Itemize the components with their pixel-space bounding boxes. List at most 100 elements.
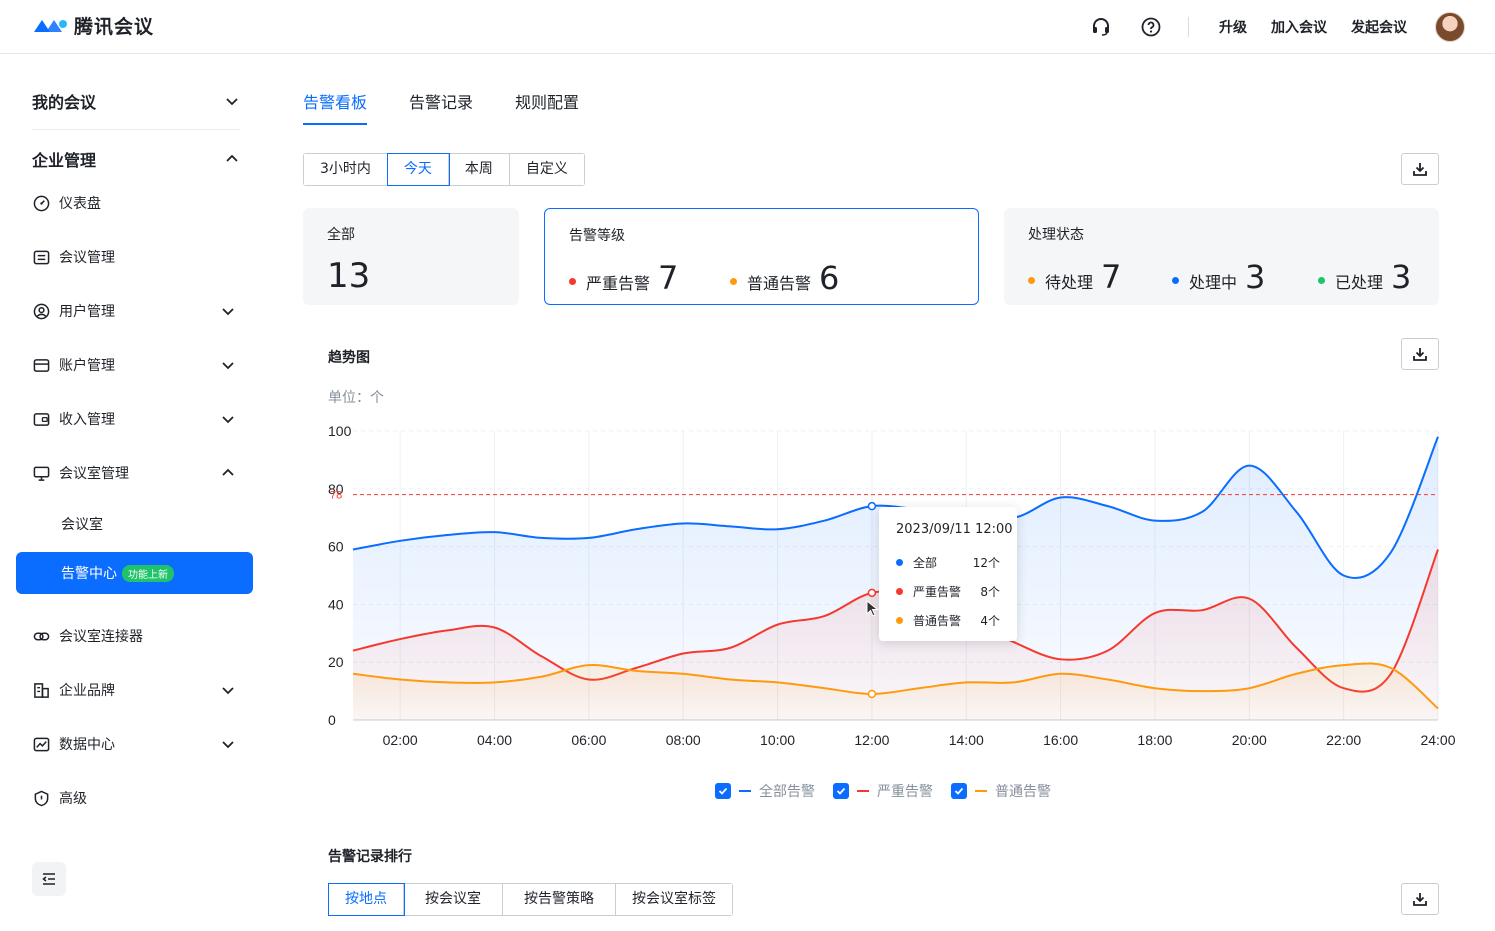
sidebar-item-income-mgmt[interactable]: 收入管理	[32, 404, 240, 434]
sidebar-item-user-mgmt[interactable]: 用户管理	[32, 296, 240, 326]
sidebar-item-room-mgmt[interactable]: 会议室管理	[32, 458, 240, 488]
sidebar-item-data-center[interactable]: 数据中心	[32, 729, 240, 759]
card-alert-level[interactable]: 告警等级 严重告警 7 普通告警 6	[544, 208, 979, 305]
y-tick-label: 20	[328, 654, 344, 670]
hover-point	[867, 588, 877, 598]
sidebar-item-label: 企业品牌	[59, 683, 115, 699]
monitor-icon	[32, 464, 50, 482]
download-icon	[1413, 348, 1427, 361]
tooltip-row-normal: 普通告警 4个	[896, 612, 1000, 629]
trend-title: 趋势图	[328, 350, 370, 366]
pending-dot	[1028, 277, 1035, 284]
y-tick-label: 40	[328, 596, 344, 612]
chart-tooltip: 2023/09/11 12:00 全部 12个 严重告警 8个 普通告警 4个	[879, 507, 1017, 641]
sidebar-group-label: 企业管理	[32, 151, 97, 170]
tab-bar: 告警看板 告警记录 规则配置	[303, 89, 579, 125]
legend-line	[857, 790, 869, 792]
sidebar-subitem-room[interactable]: 会议室	[61, 514, 103, 534]
threshold-label: 78	[330, 490, 342, 502]
help-icon[interactable]	[1140, 16, 1162, 38]
main-area: 告警看板 告警记录 规则配置 3小时内 今天 本周 自定义 全部 13 告警等级…	[270, 55, 1495, 931]
app-logo[interactable]: 腾讯会议	[32, 12, 154, 39]
sidebar-item-label: 仪表盘	[59, 196, 101, 212]
checkbox-checked-icon	[715, 783, 731, 799]
sidebar-item-account-mgmt[interactable]: 账户管理	[32, 350, 240, 380]
legend-toggle-all[interactable]: 全部告警	[715, 781, 815, 801]
alert-dashboard: 告警看板 告警记录 规则配置 3小时内 今天 本周 自定义 全部 13 告警等级…	[270, 55, 1495, 931]
range-3h[interactable]: 3小时内	[304, 154, 388, 185]
severe-stat: 严重告警 7	[569, 259, 678, 297]
app-title: 腾讯会议	[74, 16, 155, 38]
tab-rule-config[interactable]: 规则配置	[515, 89, 579, 125]
sidebar-group-label: 我的会议	[32, 93, 97, 112]
sidebar-item-connector[interactable]: 会议室连接器	[32, 621, 240, 651]
sidebar-group-enterprise[interactable]: 企业管理	[32, 144, 240, 174]
legend-toggle-normal[interactable]: 普通告警	[951, 781, 1051, 801]
logo-icon	[34, 19, 67, 32]
done-dot	[1318, 277, 1325, 284]
y-tick-label: 60	[328, 539, 344, 555]
rank-by-location[interactable]: 按地点	[328, 883, 405, 916]
user-avatar[interactable]	[1435, 12, 1465, 42]
rank-by-policy[interactable]: 按告警策略	[503, 884, 616, 915]
download-button[interactable]	[1401, 153, 1439, 185]
stat-label: 普通告警	[747, 274, 812, 293]
ranking-group-selector: 按地点 按会议室 按告警策略 按会议室标签	[328, 883, 733, 916]
x-tick-label: 02:00	[383, 732, 418, 748]
upgrade-link[interactable]: 升级	[1219, 17, 1247, 37]
done-stat: 已处理 3	[1318, 258, 1411, 296]
tooltip-label: 普通告警	[913, 614, 962, 628]
start-meeting-link[interactable]: 发起会议	[1351, 17, 1407, 37]
card-value: 13	[327, 256, 371, 296]
range-custom[interactable]: 自定义	[509, 154, 584, 185]
sidebar-item-advanced[interactable]: 高级	[32, 783, 240, 813]
x-tick-label: 16:00	[1043, 732, 1078, 748]
x-tick-label: 10:00	[760, 732, 795, 748]
series-dot	[896, 588, 903, 595]
sidebar-item-label: 会议室连接器	[59, 629, 143, 645]
chevron-down-icon	[220, 411, 236, 427]
join-meeting-link[interactable]: 加入会议	[1271, 17, 1327, 37]
sidebar-group-my-meetings[interactable]: 我的会议	[32, 86, 240, 116]
normal-dot	[730, 278, 737, 285]
stat-label: 处理中	[1189, 273, 1238, 292]
gauge-icon	[32, 194, 50, 212]
sidebar-item-meeting-mgmt[interactable]: 会议管理	[32, 242, 240, 272]
tooltip-label: 严重告警	[913, 585, 962, 599]
trend-download-button[interactable]	[1401, 338, 1439, 370]
tab-alert-records[interactable]: 告警记录	[409, 89, 473, 125]
ranking-download-button[interactable]	[1401, 883, 1439, 915]
sidebar-item-alert-center[interactable]: 告警中心 功能上新	[16, 552, 253, 594]
shield-icon	[32, 789, 50, 807]
x-tick-label: 06:00	[571, 732, 606, 748]
sidebar-item-label: 数据中心	[59, 737, 115, 753]
tooltip-row-all: 全部 12个	[896, 554, 1000, 571]
hover-point	[867, 689, 877, 699]
headset-icon[interactable]	[1090, 16, 1112, 38]
checkbox-checked-icon	[833, 783, 849, 799]
stat-value: 7	[1101, 258, 1122, 296]
sidebar-item-brand[interactable]: 企业品牌	[32, 675, 240, 705]
rank-by-room-tag[interactable]: 按会议室标签	[616, 884, 732, 915]
sidebar-item-label: 用户管理	[59, 304, 115, 320]
range-today[interactable]: 今天	[386, 153, 450, 186]
download-icon	[1413, 893, 1427, 906]
chevron-down-icon	[220, 303, 236, 319]
chevron-down-icon	[220, 736, 236, 752]
mouse-cursor-icon	[866, 600, 879, 617]
x-tick-label: 24:00	[1420, 732, 1455, 748]
legend-toggle-severe[interactable]: 严重告警	[833, 781, 933, 801]
rank-by-room[interactable]: 按会议室	[404, 884, 503, 915]
collapse-sidebar-button[interactable]	[32, 862, 66, 896]
x-tick-label: 14:00	[949, 732, 984, 748]
tooltip-value: 4个	[980, 614, 1000, 628]
building-icon	[32, 681, 50, 699]
sidebar-item-dashboard[interactable]: 仪表盘	[32, 188, 240, 218]
range-week[interactable]: 本周	[448, 154, 510, 185]
sidebar-divider	[32, 129, 240, 130]
chevron-down-icon	[220, 357, 236, 373]
tab-alert-board[interactable]: 告警看板	[303, 89, 368, 125]
time-range-selector: 3小时内 今天 本周 自定义	[303, 153, 585, 186]
tooltip-time: 2023/09/11 12:00	[896, 522, 1013, 537]
processing-dot	[1172, 277, 1179, 284]
